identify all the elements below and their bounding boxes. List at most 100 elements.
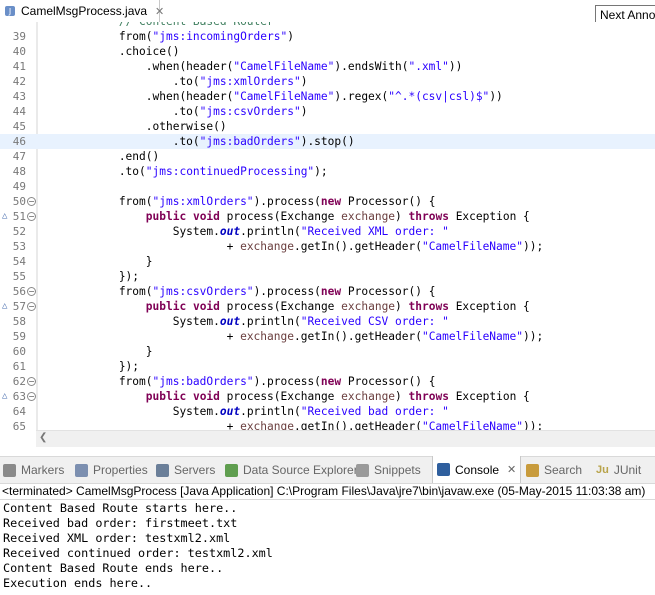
code-token: "jms:continuedProcessing" (145, 165, 315, 178)
code-line[interactable]: 43 .when(header("CamelFileName").regex("… (0, 89, 655, 104)
code-line[interactable]: 57 △ − public void process(Exchange exchan… (0, 299, 655, 314)
code-token: .println( (240, 405, 301, 418)
line-number: 58 (12, 315, 26, 328)
fold-toggle-icon[interactable]: − (27, 377, 36, 386)
code-token: ); (314, 165, 328, 178)
tab-label: Console (455, 462, 500, 477)
line-number: 60 (12, 345, 26, 358)
fold-toggle-icon[interactable]: − (27, 302, 36, 311)
tab-search[interactable]: Search (526, 457, 582, 483)
code-token: ).stop() (300, 135, 355, 148)
fold-toggle-icon[interactable]: − (27, 392, 36, 401)
code-token: .to( (38, 75, 200, 88)
code-line[interactable]: 58 System.out.println("Received CSV orde… (0, 314, 655, 329)
data-source-explorer-icon (225, 463, 238, 477)
code-line[interactable]: 62− from("jms:badOrders").process(new Pr… (0, 374, 655, 389)
code-line[interactable]: 51 △ − public void process(Exchange exchan… (0, 209, 655, 224)
code-token: + (38, 420, 241, 430)
code-text: from("jms:badOrders").process(new Proces… (38, 374, 436, 389)
code-text: from("jms:incomingOrders") (38, 29, 294, 44)
line-number: 39 (12, 30, 26, 43)
code-token: ).regex( (334, 90, 389, 103)
code-line[interactable]: 54 } (0, 254, 655, 269)
tab-console[interactable]: Console ✕ (432, 456, 522, 483)
code-line[interactable]: 48 .to("jms:continuedProcessing"); (0, 164, 655, 179)
view-tab-bar: Markers Properties Servers Data Source Expl… (0, 456, 655, 484)
tab-label: Servers (174, 463, 216, 477)
code-text: from("jms:xmlOrders").process(new Proces… (38, 194, 436, 209)
code-token: out (219, 315, 241, 328)
code-line[interactable]: 52 System.out.println("Received XML orde… (0, 224, 655, 239)
code-token: System. (38, 405, 220, 418)
editor-tab-camelmsgprocess[interactable]: J CamelMsgProcess.java ✕ (0, 0, 164, 22)
tab-servers[interactable]: Servers (156, 457, 215, 483)
code-token: .println( (240, 315, 301, 328)
code-text: .to("jms:badOrders").stop() (38, 134, 355, 149)
code-line[interactable]: 65 + exchange.getIn().getHeader("CamelFi… (0, 419, 655, 430)
code-token: from( (38, 195, 153, 208)
code-text: public void process(Exchange exchange) t… (38, 389, 530, 404)
code-line[interactable]: 39 from("jms:incomingOrders") (0, 29, 655, 44)
code-token: process(Exchange (219, 390, 342, 403)
console-output[interactable]: Content Based Route starts here.. Receive… (0, 500, 655, 595)
fold-toggle-icon[interactable]: − (27, 287, 36, 296)
code-token: exchange (240, 420, 294, 430)
code-token: void (192, 300, 220, 313)
code-token: "jms:badOrders" (152, 375, 254, 388)
code-line[interactable]: 61 }); (0, 359, 655, 374)
close-icon[interactable]: ✕ (155, 5, 164, 18)
code-line[interactable]: 47 .end() (0, 149, 655, 164)
code-token: ) (287, 30, 294, 43)
code-line[interactable]: 56− from("jms:csvOrders").process(new Pr… (0, 284, 655, 299)
code-token: .to( (38, 105, 200, 118)
code-line[interactable]: 46 .to("jms:badOrders").stop() (0, 134, 655, 149)
code-editor[interactable]: // Content Based Router39 from("jms:inco… (0, 22, 655, 430)
code-line[interactable]: 42 .to("jms:xmlOrders") (0, 74, 655, 89)
tab-label: Data Source Explorer (243, 463, 358, 477)
code-token: System. (38, 225, 220, 238)
scroll-left-icon[interactable]: ❮ (39, 432, 47, 443)
code-token: "^.*(csv|csl)$" (388, 90, 490, 103)
code-text: .to("jms:xmlOrders") (38, 74, 308, 89)
code-line[interactable]: 44 .to("jms:csvOrders") (0, 104, 655, 119)
tab-markers[interactable]: Markers (3, 457, 64, 483)
code-token: + (38, 330, 241, 343)
code-line[interactable]: // Content Based Router (0, 22, 655, 29)
override-marker-icon: △ (2, 211, 8, 221)
code-token: out (219, 225, 241, 238)
code-text: .to("jms:csvOrders") (38, 104, 308, 119)
code-line[interactable]: 55 }); (0, 269, 655, 284)
fold-toggle-icon[interactable]: − (27, 197, 36, 206)
code-line[interactable]: 53 + exchange.getIn().getHeader("CamelFi… (0, 239, 655, 254)
search-icon (526, 463, 539, 477)
tab-junit[interactable]: Ju JUnit (596, 457, 641, 483)
tab-data-source-explorer[interactable]: Data Source Explorer (225, 457, 358, 483)
code-line[interactable]: 60 } (0, 344, 655, 359)
code-token: }); (38, 360, 140, 373)
code-line[interactable]: 49 (0, 179, 655, 194)
code-line[interactable]: 41 .when(header("CamelFileName").endsWit… (0, 59, 655, 74)
close-icon[interactable]: ✕ (507, 463, 516, 476)
code-line[interactable]: 50− from("jms:xmlOrders").process(new Pr… (0, 194, 655, 209)
tab-snippets[interactable]: Snippets (356, 457, 421, 483)
code-line[interactable]: 59 + exchange.getIn().getHeader("CamelFi… (0, 329, 655, 344)
horizontal-scrollbar[interactable]: ❮ (36, 430, 655, 447)
code-token: .to( (38, 165, 146, 178)
code-token: exchange (341, 390, 396, 403)
code-line[interactable]: 45 .otherwise() (0, 119, 655, 134)
tab-label: Snippets (374, 463, 421, 477)
code-text: + exchange.getIn().getHeader("CamelFileN… (38, 419, 544, 430)
code-line[interactable]: 63 △ − public void process(Exchange exchan… (0, 389, 655, 404)
tab-properties[interactable]: Properties (75, 457, 148, 483)
fold-toggle-icon[interactable]: − (27, 212, 36, 221)
code-line[interactable]: 40 .choice() (0, 44, 655, 59)
code-text: .choice() (38, 44, 180, 59)
code-line[interactable]: 64 System.out.println("Received bad orde… (0, 404, 655, 419)
line-number: 41 (12, 60, 26, 73)
code-token: public (145, 390, 187, 403)
code-token: "jms:xmlOrders" (152, 195, 254, 208)
code-text: }); (38, 359, 139, 374)
code-token: Exception { (448, 210, 530, 223)
